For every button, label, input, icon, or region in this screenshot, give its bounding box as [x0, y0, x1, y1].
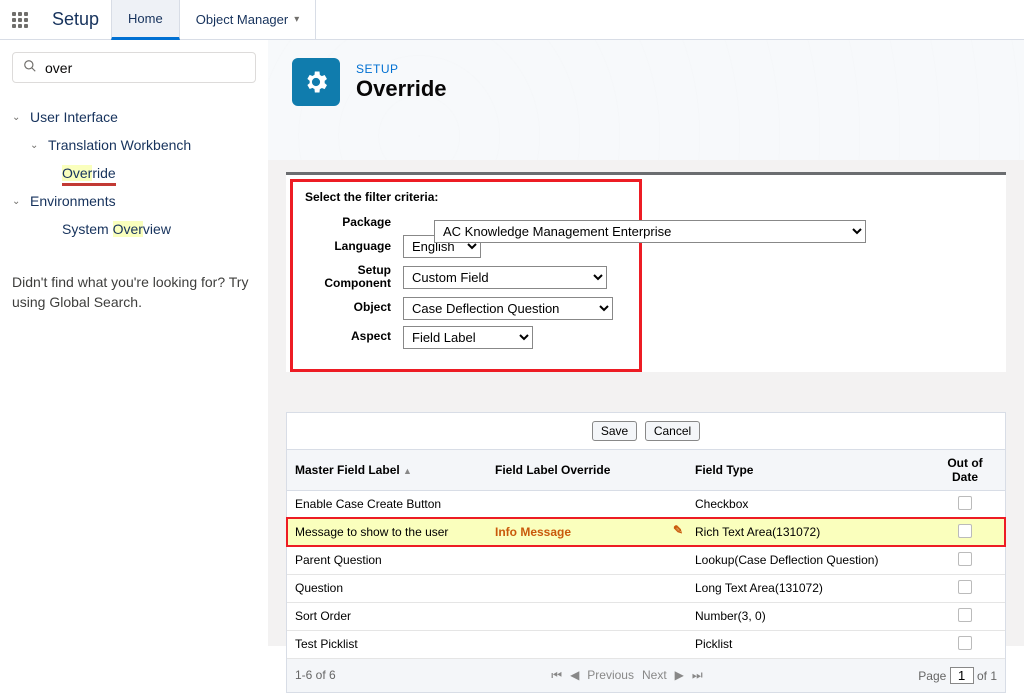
tab-object-manager[interactable]: Object Manager ▾ [180, 0, 317, 40]
sidebar-item-user-interface[interactable]: ⌄ User Interface [12, 103, 256, 131]
cell-master: Question [287, 574, 487, 602]
package-label: Package [305, 216, 403, 229]
aspect-select[interactable]: Field Label [403, 326, 533, 349]
cell-override[interactable] [487, 546, 687, 574]
cell-override[interactable] [487, 574, 687, 602]
cell-master: Test Picklist [287, 630, 487, 658]
sidebar-item-system-overview[interactable]: System Overview [12, 215, 256, 243]
col-type[interactable]: Field Type [687, 449, 925, 490]
pager-next-label[interactable]: Next [642, 668, 667, 682]
pager-page-post: of 1 [977, 669, 997, 683]
tab-label: Home [128, 11, 163, 26]
cell-master: Message to show to the user [287, 518, 487, 546]
pager-prev-icon[interactable]: ◀ [570, 668, 579, 682]
page-title: Override [356, 76, 447, 102]
sidebar-item-override[interactable]: Override [12, 159, 256, 187]
pager-page-input[interactable] [950, 667, 974, 684]
sidebar-item-label: Override [62, 165, 116, 181]
cell-ood [925, 546, 1005, 574]
cell-type: Lookup(Case Deflection Question) [687, 546, 925, 574]
pager-first-icon[interactable]: ⏮ [551, 668, 562, 683]
page-header: SETUP Override [292, 58, 1000, 106]
cell-ood [925, 518, 1005, 546]
cell-override[interactable] [487, 602, 687, 630]
setup-component-select[interactable]: Custom Field [403, 266, 607, 289]
cell-master: Sort Order [287, 602, 487, 630]
table-row[interactable]: Enable Case Create Button Checkbox [287, 490, 1005, 518]
cell-type: Rich Text Area(131072) [687, 518, 925, 546]
sidebar-item-label: Translation Workbench [48, 137, 191, 153]
table-row[interactable]: Test Picklist Picklist [287, 630, 1005, 658]
setup-search[interactable] [12, 52, 256, 83]
cancel-button[interactable]: Cancel [645, 421, 700, 441]
checkbox-icon [958, 608, 972, 622]
cell-type: Picklist [687, 630, 925, 658]
cell-type: Number(3, 0) [687, 602, 925, 630]
table-row[interactable]: Parent Question Lookup(Case Deflection Qu… [287, 546, 1005, 574]
page-eyebrow: SETUP [356, 62, 447, 76]
chevron-down-icon: ⌄ [30, 140, 44, 151]
search-icon [23, 59, 37, 76]
tab-label: Object Manager [196, 12, 289, 27]
setup-component-label: Setup Component [305, 264, 403, 290]
cell-override[interactable] [487, 630, 687, 658]
pager-page-pre: Page [918, 669, 946, 683]
package-select[interactable]: AC Knowledge Management Enterprise [434, 220, 866, 243]
cell-type: Long Text Area(131072) [687, 574, 925, 602]
cell-ood [925, 630, 1005, 658]
table-row[interactable]: Sort Order Number(3, 0) [287, 602, 1005, 630]
cell-ood [925, 574, 1005, 602]
save-button[interactable]: Save [592, 421, 637, 441]
sidebar: ⌄ User Interface ⌄ Translation Workbench Ove… [0, 40, 268, 646]
checkbox-icon [958, 580, 972, 594]
no-result-text: Didn't find what you're looking for? Try… [12, 273, 256, 312]
results-table: Save Cancel Master Field Label ▲ Field L… [286, 412, 1006, 693]
app-launcher-icon[interactable] [0, 12, 40, 28]
pager-next-icon[interactable]: ▶ [675, 668, 684, 682]
setup-tree: ⌄ User Interface ⌄ Translation Workbench Ove… [12, 103, 256, 243]
search-input[interactable] [45, 60, 245, 76]
filter-title: Select the filter criteria: [305, 190, 627, 204]
table-row[interactable]: Question Long Text Area(131072) [287, 574, 1005, 602]
sidebar-item-label: User Interface [30, 109, 118, 125]
gear-icon [292, 58, 340, 106]
checkbox-icon [958, 496, 972, 510]
filter-criteria-box: Select the filter criteria: Package Lang… [290, 179, 642, 372]
chevron-down-icon: ⌄ [12, 112, 26, 123]
pager: 1-6 of 6 ⏮ ◀ Previous Next ▶ ⏭ Page of 1 [287, 659, 1005, 692]
col-master[interactable]: Master Field Label [295, 463, 400, 477]
object-label: Object [305, 301, 403, 314]
col-ood[interactable]: Out of Date [925, 449, 1005, 490]
pager-prev-label[interactable]: Previous [587, 668, 634, 682]
pager-count: 1-6 of 6 [295, 668, 336, 682]
sidebar-item-label: System Overview [62, 221, 171, 237]
cell-ood [925, 602, 1005, 630]
sidebar-item-label: Environments [30, 193, 116, 209]
app-title: Setup [40, 9, 111, 30]
cell-override[interactable]: Info Message✎ [487, 518, 687, 546]
checkbox-icon [958, 552, 972, 566]
sort-asc-icon: ▲ [403, 466, 412, 476]
cell-master: Parent Question [287, 546, 487, 574]
edit-icon[interactable]: ✎ [673, 523, 683, 537]
cell-type: Checkbox [687, 490, 925, 518]
chevron-down-icon: ▾ [294, 14, 299, 25]
col-override[interactable]: Field Label Override [487, 449, 687, 490]
object-select[interactable]: Case Deflection Question [403, 297, 613, 320]
table-row[interactable]: Message to show to the userInfo Message✎… [287, 518, 1005, 546]
tab-home[interactable]: Home [111, 0, 180, 40]
checkbox-icon [958, 524, 972, 538]
pager-last-icon[interactable]: ⏭ [692, 668, 703, 683]
aspect-label: Aspect [305, 330, 403, 343]
sidebar-item-translation-workbench[interactable]: ⌄ Translation Workbench [12, 131, 256, 159]
cell-ood [925, 490, 1005, 518]
content-area: SETUP Override Select the filter criteri… [268, 40, 1024, 646]
checkbox-icon [958, 636, 972, 650]
language-label: Language [305, 240, 403, 253]
chevron-down-icon: ⌄ [12, 196, 26, 207]
cell-master: Enable Case Create Button [287, 490, 487, 518]
cell-override[interactable] [487, 490, 687, 518]
sidebar-item-environments[interactable]: ⌄ Environments [12, 187, 256, 215]
top-bar: Setup Home Object Manager ▾ [0, 0, 1024, 40]
